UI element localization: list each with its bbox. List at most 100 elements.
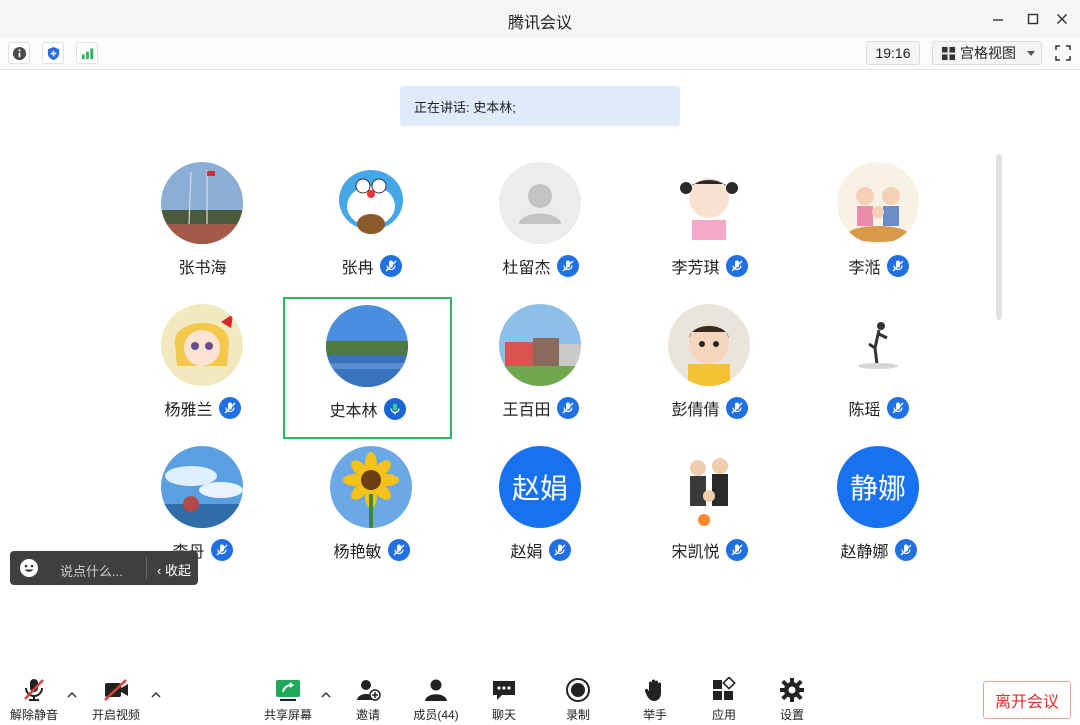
invite-button[interactable]: 邀请 bbox=[336, 676, 400, 723]
participant-name: 张冉 bbox=[341, 260, 374, 277]
participant-tile[interactable]: 杨雅兰 bbox=[118, 292, 287, 434]
network-status-button[interactable] bbox=[76, 42, 98, 64]
participant-name: 李湉 bbox=[848, 260, 881, 277]
avatar bbox=[668, 446, 750, 528]
maximize-icon bbox=[1027, 13, 1039, 25]
view-mode-select[interactable]: 宫格视图 bbox=[932, 41, 1042, 65]
grid-scrollbar[interactable] bbox=[996, 154, 1002, 320]
meeting-control-bar: 解除静音 开启视频 共享屏幕 邀请 成员(44) 聊天 录制 举手 应用 设置 bbox=[0, 668, 1080, 725]
fullscreen-button[interactable] bbox=[1052, 42, 1074, 64]
collapse-chat-button[interactable]: ‹ 收起 bbox=[157, 560, 191, 579]
start-video-button[interactable]: 开启视频 bbox=[84, 676, 148, 723]
participant-name: 赵娟 bbox=[510, 544, 543, 561]
chat-input[interactable]: 说点什么... bbox=[60, 561, 123, 580]
participant-name: 史本林 bbox=[329, 403, 378, 420]
chevron-up-icon[interactable] bbox=[67, 690, 77, 700]
avatar bbox=[161, 446, 243, 528]
avatar bbox=[161, 162, 243, 244]
mic-icon bbox=[556, 397, 579, 419]
avatar bbox=[330, 162, 412, 244]
chat-icon bbox=[493, 681, 515, 700]
apps-button[interactable]: 应用 bbox=[692, 676, 756, 723]
chat-quick-bar: 说点什么... ‹ 收起 bbox=[10, 551, 198, 585]
participant-name: 宋凯悦 bbox=[671, 544, 720, 561]
info-icon bbox=[12, 46, 26, 60]
mic-icon bbox=[387, 539, 410, 561]
unmute-button[interactable]: 解除静音 bbox=[2, 676, 66, 723]
chevron-up-icon[interactable] bbox=[321, 690, 331, 700]
chat-label: 聊天 bbox=[491, 708, 516, 722]
participant-tile[interactable]: 赵娟 赵娟 bbox=[456, 434, 625, 576]
mic-icon bbox=[218, 397, 241, 419]
avatar bbox=[161, 304, 243, 386]
mic-icon bbox=[725, 397, 748, 419]
mic-icon bbox=[886, 255, 909, 277]
active-speaker-banner: 正在讲话: 史本林; bbox=[400, 86, 680, 126]
raise-hand-button[interactable]: 举手 bbox=[623, 676, 687, 723]
share-screen-button[interactable]: 共享屏幕 bbox=[256, 676, 320, 723]
gear-icon bbox=[780, 678, 804, 702]
close-icon bbox=[1057, 14, 1067, 24]
members-icon bbox=[425, 679, 447, 701]
mic-icon bbox=[210, 539, 233, 561]
record-button[interactable]: 录制 bbox=[546, 676, 610, 723]
participant-tile[interactable]: 张书海 bbox=[118, 150, 287, 292]
avatar bbox=[499, 162, 581, 244]
participant-tile[interactable]: 陈瑶 bbox=[794, 292, 963, 434]
avatar bbox=[330, 446, 412, 528]
meeting-info-button[interactable] bbox=[8, 42, 30, 64]
fullscreen-icon bbox=[1055, 45, 1071, 61]
mic-icon bbox=[379, 255, 402, 277]
video-label: 开启视频 bbox=[91, 708, 140, 722]
meeting-clock: 19:16 bbox=[866, 41, 920, 65]
apps-label: 应用 bbox=[711, 708, 736, 722]
chevron-down-icon bbox=[1027, 51, 1035, 56]
participant-tile[interactable]: 张冉 bbox=[287, 150, 456, 292]
chat-button[interactable]: 聊天 bbox=[472, 676, 536, 723]
participant-tile[interactable]: 宋凯悦 bbox=[625, 434, 794, 576]
mic-icon bbox=[725, 255, 748, 277]
settings-button[interactable]: 设置 bbox=[760, 676, 824, 723]
chevron-up-icon[interactable] bbox=[151, 690, 161, 700]
mic-icon bbox=[886, 397, 909, 419]
minimize-icon bbox=[993, 19, 1003, 21]
participant-name: 杜留杰 bbox=[502, 260, 551, 277]
members-button[interactable]: 成员(44) bbox=[404, 676, 468, 723]
raise-hand-icon bbox=[644, 679, 661, 701]
participant-name: 陈瑶 bbox=[848, 402, 881, 419]
view-mode-label: 宫格视图 bbox=[960, 45, 1016, 61]
minimize-button[interactable] bbox=[987, 8, 1009, 30]
avatar bbox=[326, 305, 408, 387]
participant-tile[interactable]: 静娜 赵静娜 bbox=[794, 434, 963, 576]
share-screen-icon bbox=[276, 680, 300, 701]
mic-muted-icon bbox=[24, 679, 44, 701]
leave-meeting-button[interactable]: 离开会议 bbox=[983, 681, 1071, 719]
mic-speaking-icon bbox=[383, 398, 406, 420]
default-avatar-icon bbox=[499, 162, 581, 244]
share-label: 共享屏幕 bbox=[263, 708, 312, 722]
add-user-icon bbox=[357, 680, 381, 701]
close-button[interactable] bbox=[1051, 8, 1073, 30]
emoji-icon[interactable] bbox=[19, 558, 39, 578]
record-label: 录制 bbox=[565, 708, 590, 722]
participant-tile[interactable]: 李芳琪 bbox=[625, 150, 794, 292]
title-bar: 腾讯会议 bbox=[0, 0, 1080, 38]
avatar bbox=[837, 304, 919, 386]
mic-icon bbox=[894, 539, 917, 561]
participant-tile[interactable]: 王百田 bbox=[456, 292, 625, 434]
security-button[interactable] bbox=[42, 42, 64, 64]
maximize-button[interactable] bbox=[1022, 8, 1044, 30]
mic-icon bbox=[725, 539, 748, 561]
participant-tile[interactable]: 彭倩倩 bbox=[625, 292, 794, 434]
participant-tile[interactable]: 杜留杰 bbox=[456, 150, 625, 292]
window-title: 腾讯会议 bbox=[507, 15, 572, 32]
participant-tile[interactable]: 李湉 bbox=[794, 150, 963, 292]
participant-name: 李芳琪 bbox=[671, 260, 720, 277]
avatar-text: 静娜 bbox=[837, 446, 919, 528]
participant-tile[interactable]: 杨艳敏 bbox=[287, 434, 456, 576]
participant-tile-active-speaker[interactable]: 史本林 bbox=[283, 297, 452, 439]
participant-name: 彭倩倩 bbox=[671, 402, 720, 419]
apps-icon bbox=[713, 677, 736, 700]
participant-name: 张书海 bbox=[178, 260, 227, 277]
divider bbox=[146, 557, 147, 579]
